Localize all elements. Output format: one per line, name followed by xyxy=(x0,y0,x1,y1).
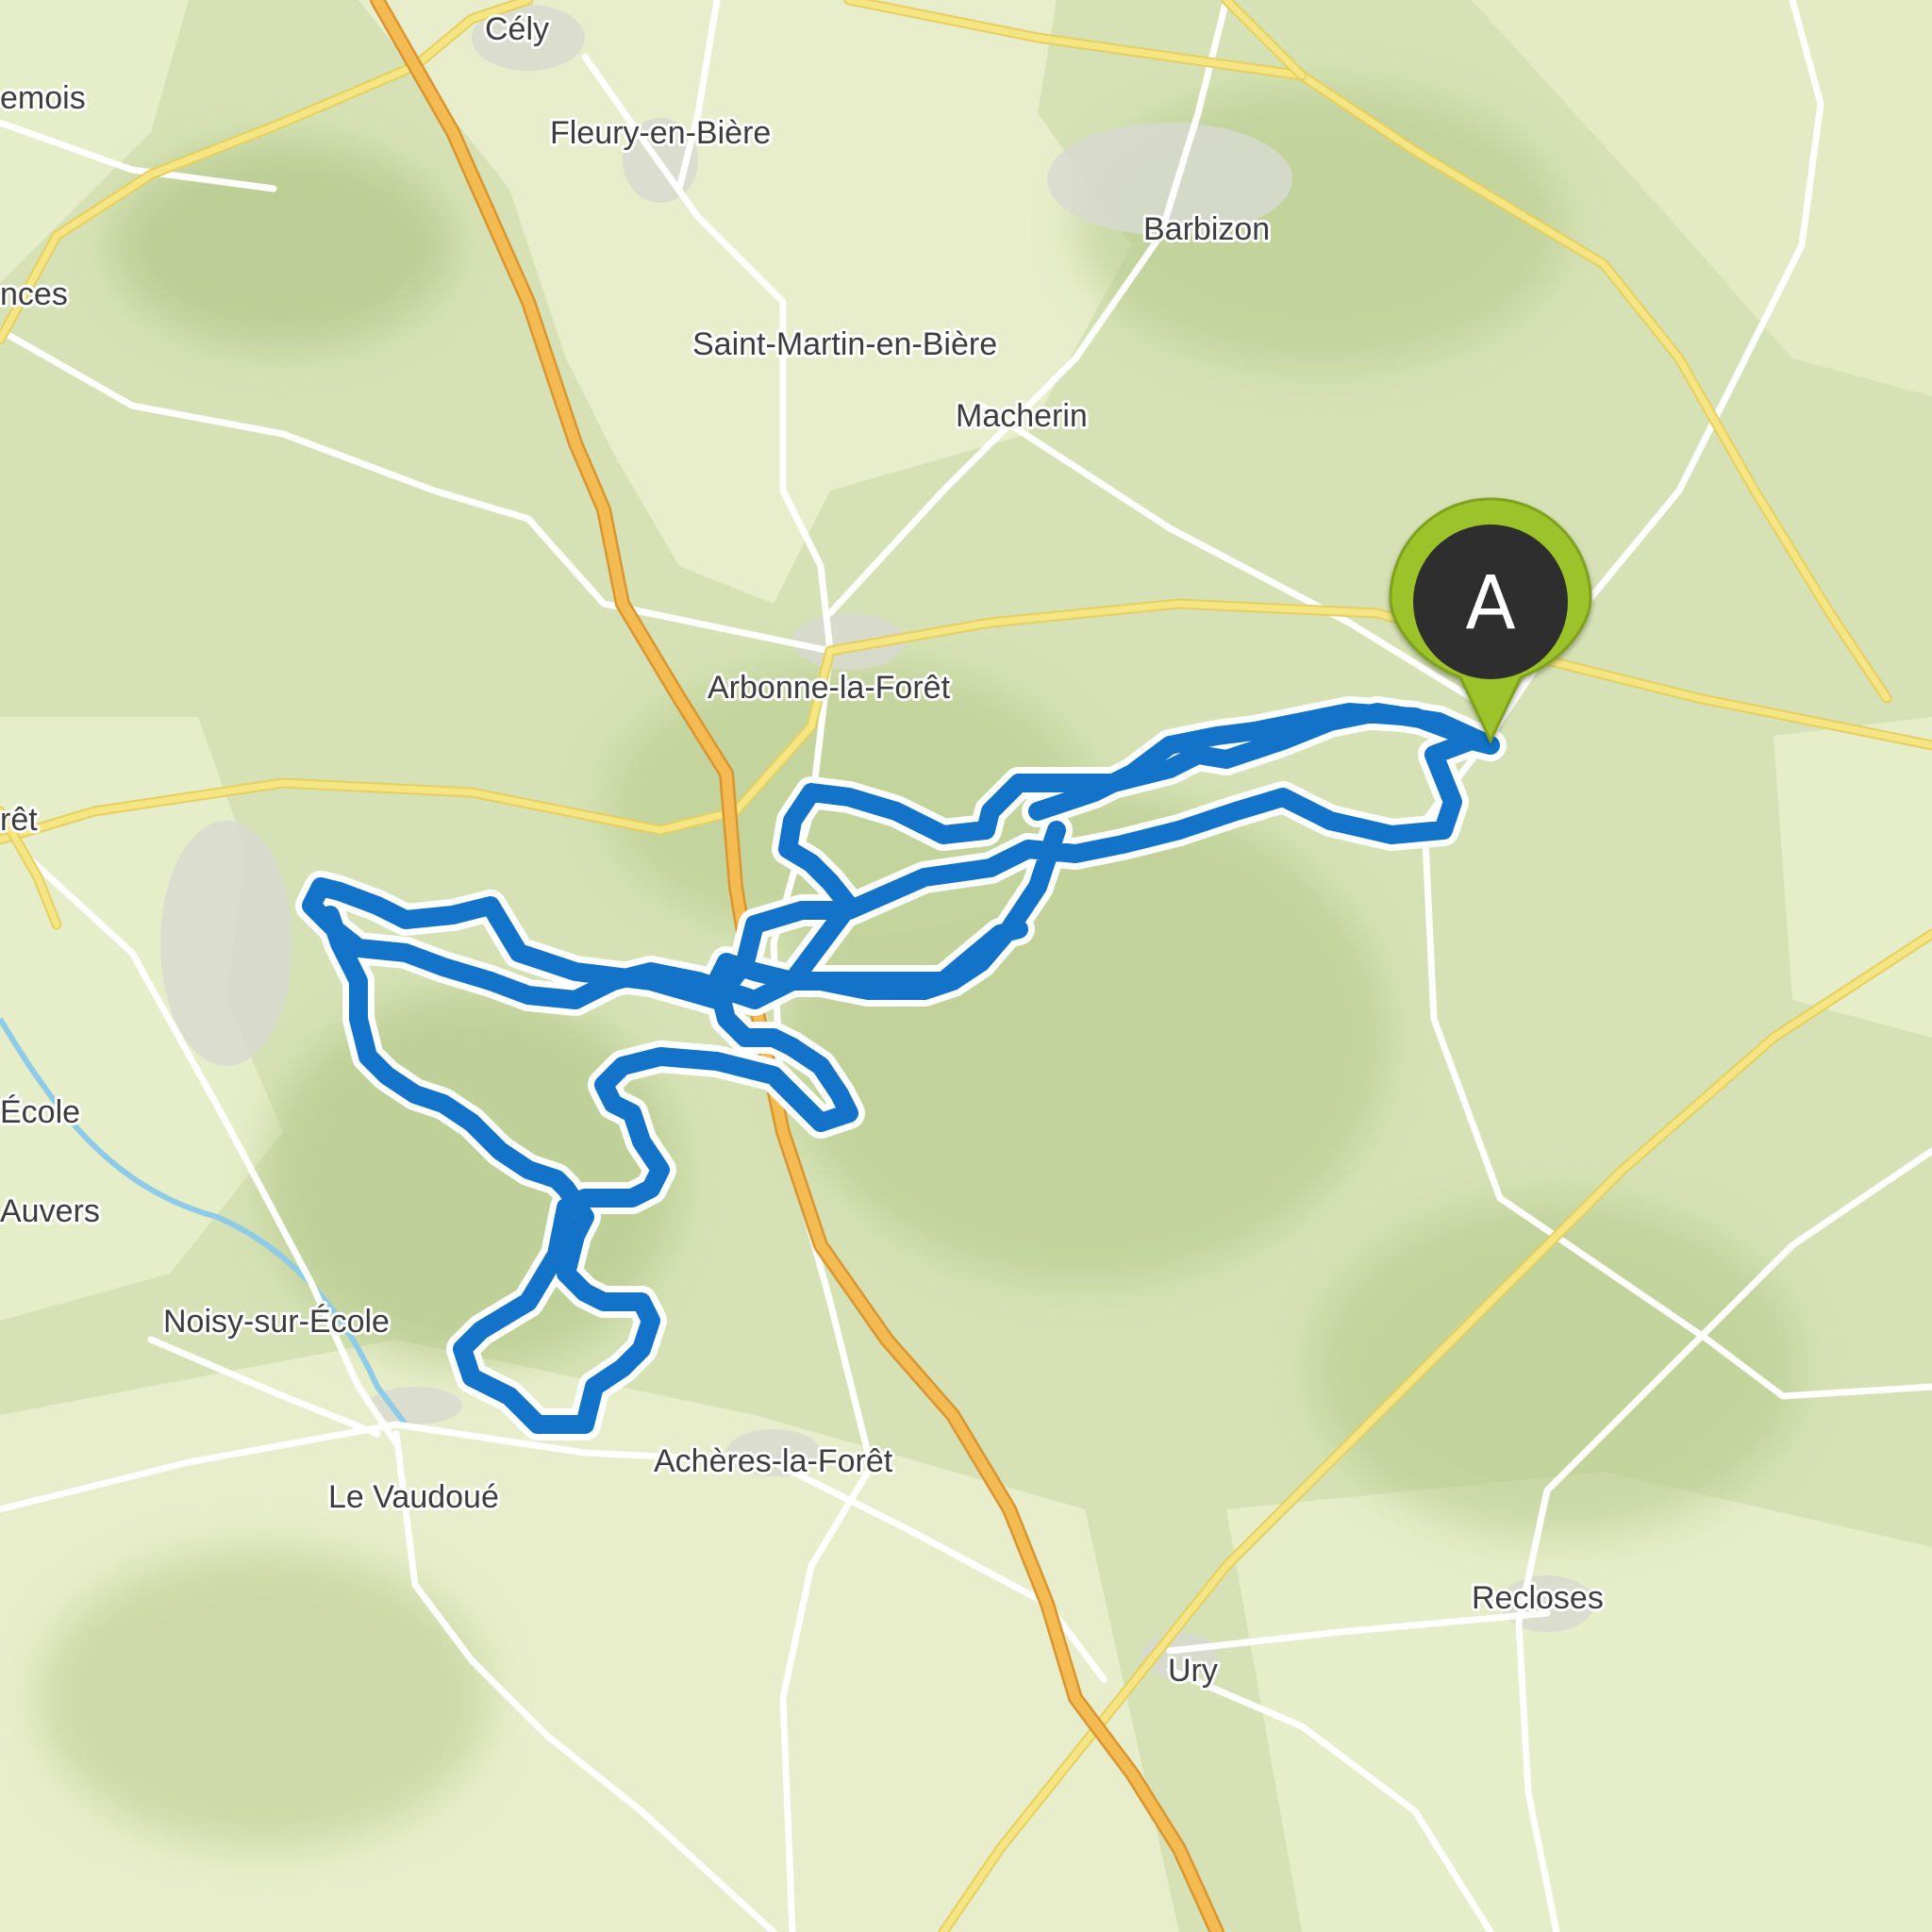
place-label-arbonne-la-foret: Arbonne-la-Forêt xyxy=(708,670,951,706)
place-label-acheres-la-foret: Achères-la-Forêt xyxy=(654,1443,893,1479)
forest-patch xyxy=(1311,1198,1802,1538)
place-label-fleury-en-biere: Fleury-en-Bière xyxy=(550,115,771,151)
place-label-nces: nces xyxy=(0,276,68,312)
marker-label: A xyxy=(1465,561,1515,646)
map-canvas[interactable]: Cély emois Fleury-en-Bière Barbizon nces… xyxy=(0,0,1932,1932)
place-label-saint-martin-en-biere: Saint-Martin-en-Bière xyxy=(692,326,997,362)
place-label-ret: rêt xyxy=(0,802,38,838)
place-label-ecole: École xyxy=(0,1094,80,1130)
place-label-macherin: Macherin xyxy=(956,398,1088,434)
place-label-ury: Ury xyxy=(1168,1653,1218,1689)
farmland-area xyxy=(1226,1472,1932,1932)
place-label-recloses: Recloses xyxy=(1472,1580,1604,1616)
place-label-barbizon: Barbizon xyxy=(1143,211,1270,247)
place-label-cely: Cély xyxy=(485,11,549,47)
place-label-noisy-sur-ecole: Noisy-sur-École xyxy=(163,1304,390,1340)
place-label-le-vaudoue: Le Vaudoué xyxy=(328,1479,499,1515)
village-area xyxy=(160,821,292,1066)
place-label-xemois: emois xyxy=(0,80,86,116)
place-label-auvers: Auvers xyxy=(0,1193,100,1229)
